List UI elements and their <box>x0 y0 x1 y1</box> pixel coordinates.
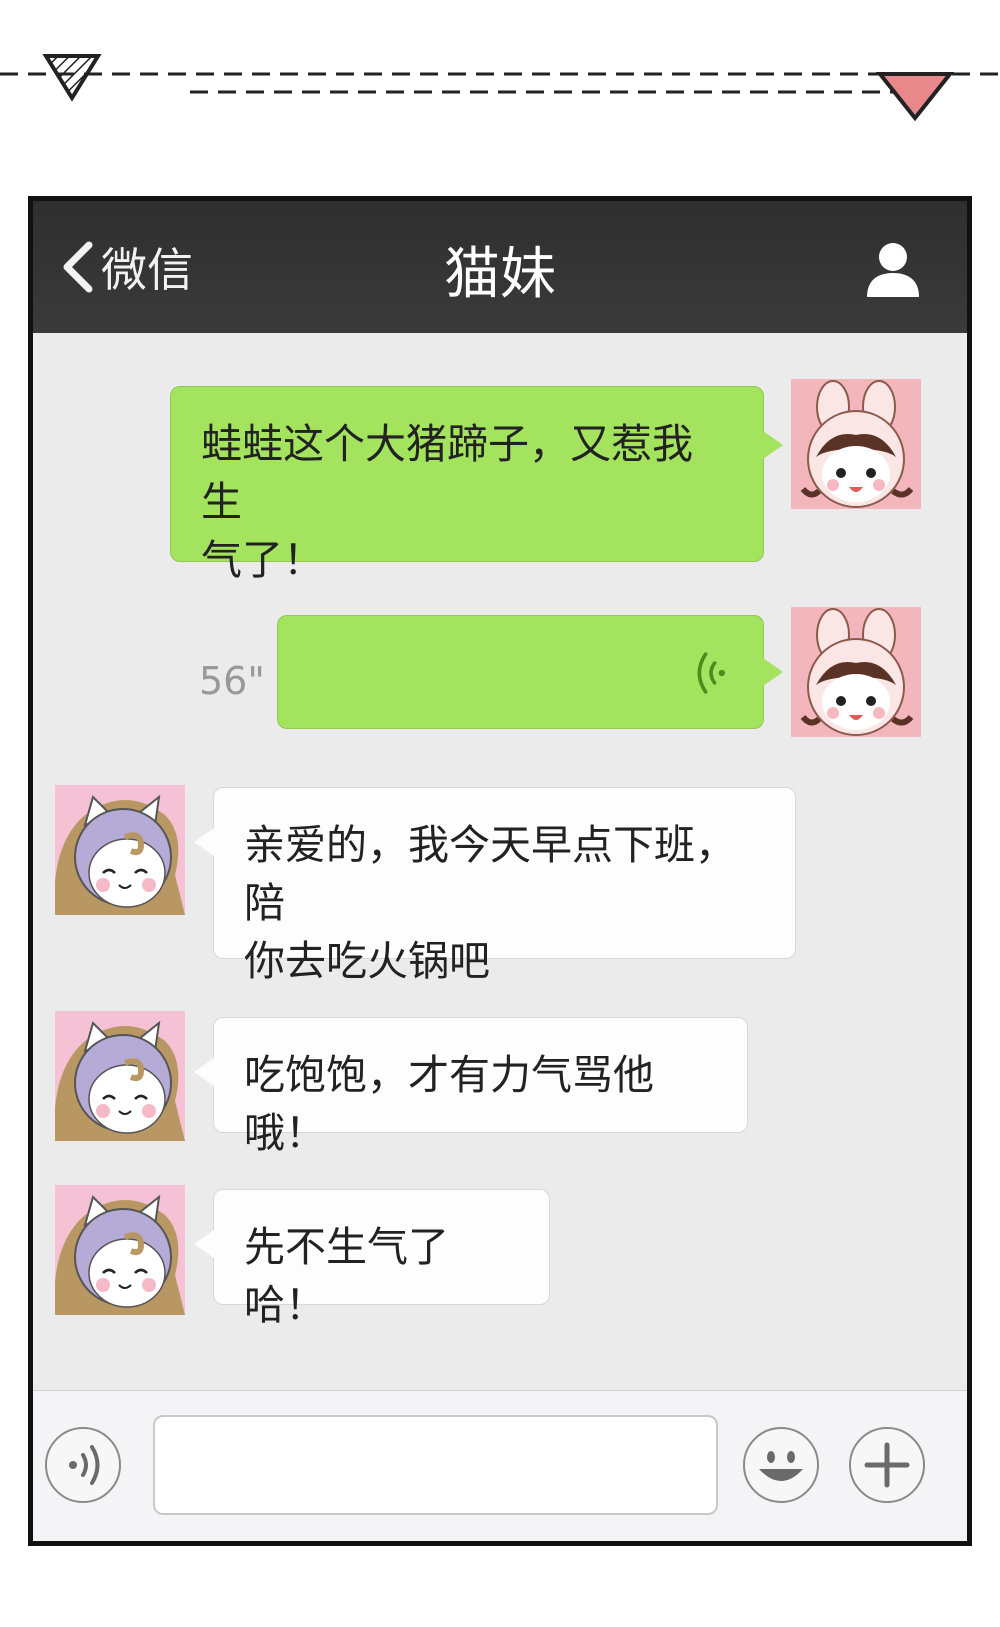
voice-message-bubble[interactable] <box>277 615 783 729</box>
message-line: 亲爱的，我今天早点下班，陪 <box>244 821 736 927</box>
hatched-triangle-icon <box>42 54 102 102</box>
message-input[interactable] <box>153 1415 718 1515</box>
decorative-header <box>0 54 1000 122</box>
person-icon[interactable] <box>863 239 923 299</box>
emoji-button[interactable] <box>743 1427 819 1503</box>
cat-girl-avatar-icon <box>55 785 185 915</box>
avatar-self[interactable] <box>791 379 921 509</box>
avatar-contact[interactable] <box>55 1185 185 1315</box>
phone-frame: 微信 猫妹 蛙蛙这个大猪蹄子，又惹我生 气了！ 56" 亲爱的，我今天早点下班，… <box>28 196 972 1546</box>
voice-toggle-button[interactable] <box>45 1427 121 1503</box>
avatar-self[interactable] <box>791 607 921 737</box>
bunny-girl-avatar-icon <box>791 607 921 737</box>
smiley-icon <box>759 1451 803 1481</box>
avatar-contact[interactable] <box>55 1011 185 1141</box>
message-line: 吃饱饱，才有力气骂他哦！ <box>244 1051 654 1157</box>
message-bubble-sent[interactable]: 蛙蛙这个大猪蹄子，又惹我生 气了！ <box>170 386 783 584</box>
page-title: 猫妹 <box>444 242 556 307</box>
pink-triangle-icon <box>875 72 955 122</box>
cat-girl-avatar-icon <box>55 1185 185 1315</box>
message-bubble-received[interactable]: 亲爱的，我今天早点下班，陪 你去吃火锅吧 <box>194 787 796 985</box>
more-button[interactable] <box>849 1427 925 1503</box>
chat-area: 蛙蛙这个大猪蹄子，又惹我生 气了！ 56" 亲爱的，我今天早点下班，陪 你去吃火… <box>33 333 967 1391</box>
avatar-contact[interactable] <box>55 785 185 915</box>
bunny-girl-avatar-icon <box>791 379 921 509</box>
message-line: 先不生气了哈！ <box>244 1223 449 1329</box>
plus-icon <box>864 1442 910 1488</box>
nav-bar: 微信 猫妹 <box>33 201 967 333</box>
voice-duration: 56" <box>199 659 265 703</box>
input-bar <box>33 1390 967 1541</box>
voice-icon <box>69 1445 100 1485</box>
message-bubble-received[interactable]: 吃饱饱，才有力气骂他哦！ <box>194 1017 748 1157</box>
message-line: 蛙蛙这个大猪蹄子，又惹我生 <box>201 420 693 526</box>
message-line: 你去吃火锅吧 <box>244 937 490 985</box>
message-line: 气了！ <box>201 536 324 584</box>
sound-wave-icon <box>697 652 725 694</box>
cat-girl-avatar-icon <box>55 1011 185 1141</box>
message-bubble-received[interactable]: 先不生气了哈！ <box>194 1189 550 1329</box>
